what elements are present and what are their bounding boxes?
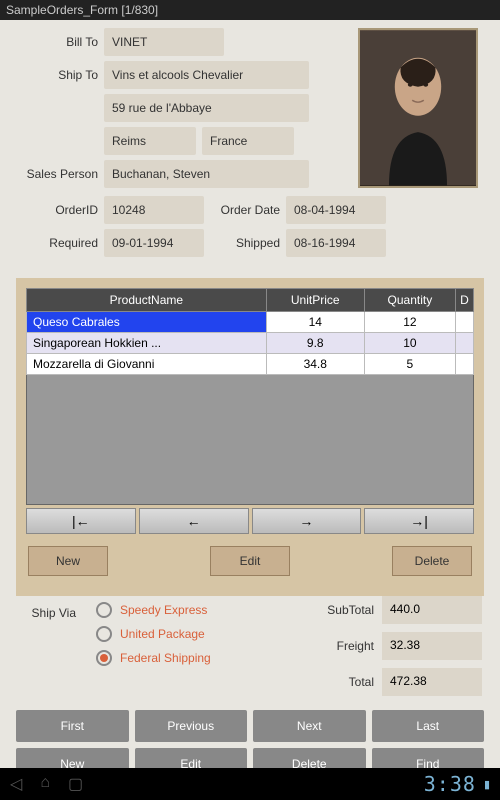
shipvia-option-label[interactable]: United Package <box>120 627 205 641</box>
table-row[interactable]: Queso Cabrales1412 <box>27 312 474 333</box>
orderid-label: OrderID <box>16 203 98 217</box>
grid-header[interactable]: Quantity <box>364 289 455 312</box>
shipvia-option-label[interactable]: Federal Shipping <box>120 651 211 665</box>
ship-to-city-field[interactable] <box>104 127 196 155</box>
salesperson-field[interactable] <box>104 160 309 188</box>
shipvia-label: Ship Via <box>16 602 76 674</box>
grid-header[interactable]: ProductName <box>27 289 267 312</box>
nav-prev-icon: ← <box>187 513 201 529</box>
system-clock: 3:38 <box>424 772 476 796</box>
shipvia-radio[interactable] <box>96 602 112 618</box>
freight-field: 32.38 <box>382 632 482 660</box>
last-button[interactable]: Last <box>372 710 485 742</box>
shipvia-radio[interactable] <box>96 650 112 666</box>
freight-label: Freight <box>314 639 374 653</box>
subtotal-label: SubTotal <box>314 603 374 617</box>
nav-first-icon: |← <box>72 513 90 529</box>
ship-to-name-field[interactable] <box>104 61 309 89</box>
line-items-table[interactable]: ProductNameUnitPriceQuantityD Queso Cabr… <box>26 288 474 375</box>
table-row[interactable]: Singaporean Hokkien ...9.810 <box>27 333 474 354</box>
shipped-label: Shipped <box>210 236 280 250</box>
grid-first-button[interactable]: |← <box>26 508 136 534</box>
bill-to-field[interactable] <box>104 28 224 56</box>
required-field[interactable] <box>104 229 204 257</box>
shipped-field[interactable] <box>286 229 386 257</box>
grid-delete-button[interactable]: Delete <box>392 546 472 576</box>
ship-to-label: Ship To <box>16 68 98 82</box>
grid-empty-area <box>26 375 474 505</box>
ship-to-addr-field[interactable] <box>104 94 309 122</box>
orderdate-label: Order Date <box>210 203 280 217</box>
previous-button[interactable]: Previous <box>135 710 248 742</box>
grid-next-button[interactable]: → <box>252 508 362 534</box>
grid-new-button[interactable]: New <box>28 546 108 576</box>
nav-next-icon: → <box>299 513 313 529</box>
bill-to-label: Bill To <box>16 35 98 49</box>
grid-header[interactable]: UnitPrice <box>266 289 364 312</box>
orderdate-field[interactable] <box>286 196 386 224</box>
shipvia-option-label[interactable]: Speedy Express <box>120 603 207 617</box>
grid-edit-button[interactable]: Edit <box>210 546 290 576</box>
salesperson-photo <box>358 28 478 188</box>
shipvia-radio[interactable] <box>96 626 112 642</box>
grid-prev-button[interactable]: ← <box>139 508 249 534</box>
android-system-bar: ◁ ⌂ ▢ 3:38 ▮ <box>0 768 500 800</box>
orderid-field[interactable] <box>104 196 204 224</box>
first-button[interactable]: First <box>16 710 129 742</box>
grid-header[interactable]: D <box>456 289 474 312</box>
ship-to-country-field[interactable] <box>202 127 294 155</box>
salesperson-label: Sales Person <box>16 167 98 181</box>
window-titlebar: SampleOrders_Form [1/830] <box>0 0 500 20</box>
table-row[interactable]: Mozzarella di Giovanni34.85 <box>27 354 474 375</box>
total-field: 472.38 <box>382 668 482 696</box>
nav-last-icon: →| <box>410 513 428 529</box>
subtotal-field: 440.0 <box>382 596 482 624</box>
required-label: Required <box>16 236 98 250</box>
total-label: Total <box>314 675 374 689</box>
line-items-panel: ProductNameUnitPriceQuantityD Queso Cabr… <box>16 278 484 596</box>
battery-icon: ▮ <box>484 778 490 791</box>
grid-last-button[interactable]: →| <box>364 508 474 534</box>
next-button[interactable]: Next <box>253 710 366 742</box>
home-icon[interactable]: ⌂ <box>40 774 50 794</box>
recent-icon[interactable]: ▢ <box>68 774 83 794</box>
back-icon[interactable]: ◁ <box>10 774 22 794</box>
